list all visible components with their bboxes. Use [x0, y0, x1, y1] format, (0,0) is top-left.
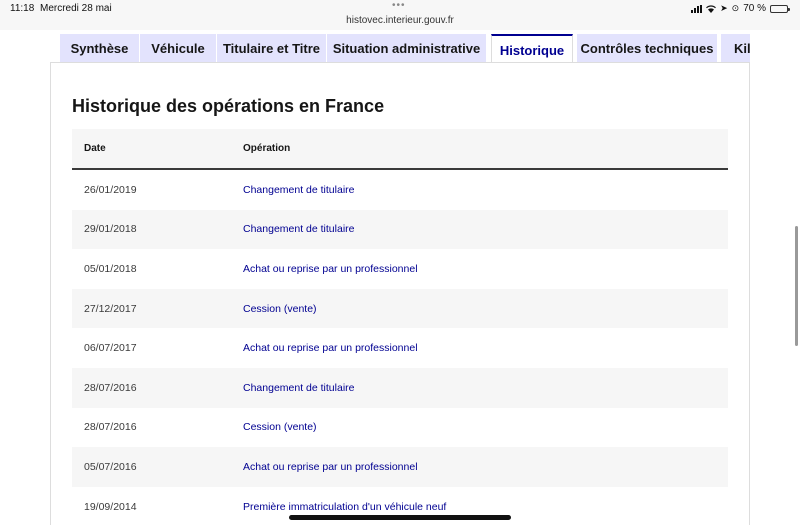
row-date: 26/01/2019: [84, 183, 137, 196]
tab-situation-administrative[interactable]: Situation administrative: [327, 34, 486, 62]
page-title: Historique des opérations en France: [72, 96, 385, 116]
table-row: 28/07/2016 Cession (vente): [72, 408, 728, 448]
wifi-icon: [706, 4, 717, 13]
tab-historique[interactable]: Historique: [491, 34, 573, 62]
tab-bar: Synthèse Véhicule Titulaire et Titre Sit…: [60, 34, 750, 62]
row-date: 27/12/2017: [84, 302, 137, 315]
row-date: 06/07/2017: [84, 342, 137, 355]
row-date: 28/07/2016: [84, 421, 137, 434]
table-row: 28/07/2016 Changement de titulaire: [72, 367, 728, 408]
row-date: 28/07/2016: [84, 381, 137, 394]
table-row: 27/12/2017 Cession (vente): [72, 288, 728, 329]
table-row: 06/07/2017 Achat ou reprise par un profe…: [72, 328, 728, 368]
row-operation: Achat ou reprise par un professionnel: [243, 262, 418, 275]
row-operation: Cession (vente): [243, 421, 317, 434]
page-scrollbar[interactable]: [795, 226, 798, 346]
table-row: 29/01/2018 Changement de titulaire: [72, 209, 728, 250]
row-operation: Achat ou reprise par un professionnel: [243, 342, 418, 355]
battery-icon: [770, 4, 790, 13]
column-header-operation: Opération: [243, 143, 291, 154]
tab-vehicule[interactable]: Véhicule: [140, 34, 216, 62]
orientation-lock-icon: ⊙: [731, 3, 740, 13]
tab-titulaire-et-titre[interactable]: Titulaire et Titre: [217, 34, 326, 62]
status-indicators: ➤ ⊙ 70 %: [691, 3, 790, 14]
row-date: 05/07/2016: [84, 460, 137, 473]
location-icon: ➤: [720, 3, 728, 13]
status-bar: 11:18 Mercredi 28 mai ••• histovec.inter…: [0, 0, 800, 30]
row-operation: Cession (vente): [243, 302, 317, 315]
row-date: 19/09/2014: [84, 500, 137, 513]
row-operation: Changement de titulaire: [243, 381, 355, 394]
home-indicator[interactable]: [289, 515, 511, 520]
table-header: Date Opération: [72, 129, 728, 170]
tab-controles-techniques[interactable]: Contrôles techniques: [577, 34, 717, 62]
tab-kilometrage[interactable]: Kilo: [721, 34, 750, 62]
table-row: 26/01/2019 Changement de titulaire: [72, 170, 728, 210]
row-operation: Changement de titulaire: [243, 183, 355, 196]
cellular-signal-icon: [691, 4, 703, 13]
row-operation: Achat ou reprise par un professionnel: [243, 460, 418, 473]
row-date: 29/01/2018: [84, 223, 137, 236]
row-date: 05/01/2018: [84, 262, 137, 275]
table-row: 05/01/2018 Achat ou reprise par un profe…: [72, 249, 728, 289]
column-header-date: Date: [84, 143, 106, 154]
status-time: 11:18: [10, 3, 35, 14]
table-row: 05/07/2016 Achat ou reprise par un profe…: [72, 447, 728, 487]
multitask-dots-icon[interactable]: •••: [392, 0, 406, 11]
row-operation: Changement de titulaire: [243, 223, 355, 236]
address-bar-url[interactable]: histovec.interieur.gouv.fr: [0, 15, 800, 26]
status-date: Mercredi 28 mai: [40, 3, 112, 14]
row-operation: Première immatriculation d'un véhicule n…: [243, 500, 447, 513]
tab-synthese[interactable]: Synthèse: [60, 34, 139, 62]
battery-percent: 70 %: [743, 3, 766, 14]
operations-table: Date Opération 26/01/2019 Changement de …: [72, 129, 728, 525]
